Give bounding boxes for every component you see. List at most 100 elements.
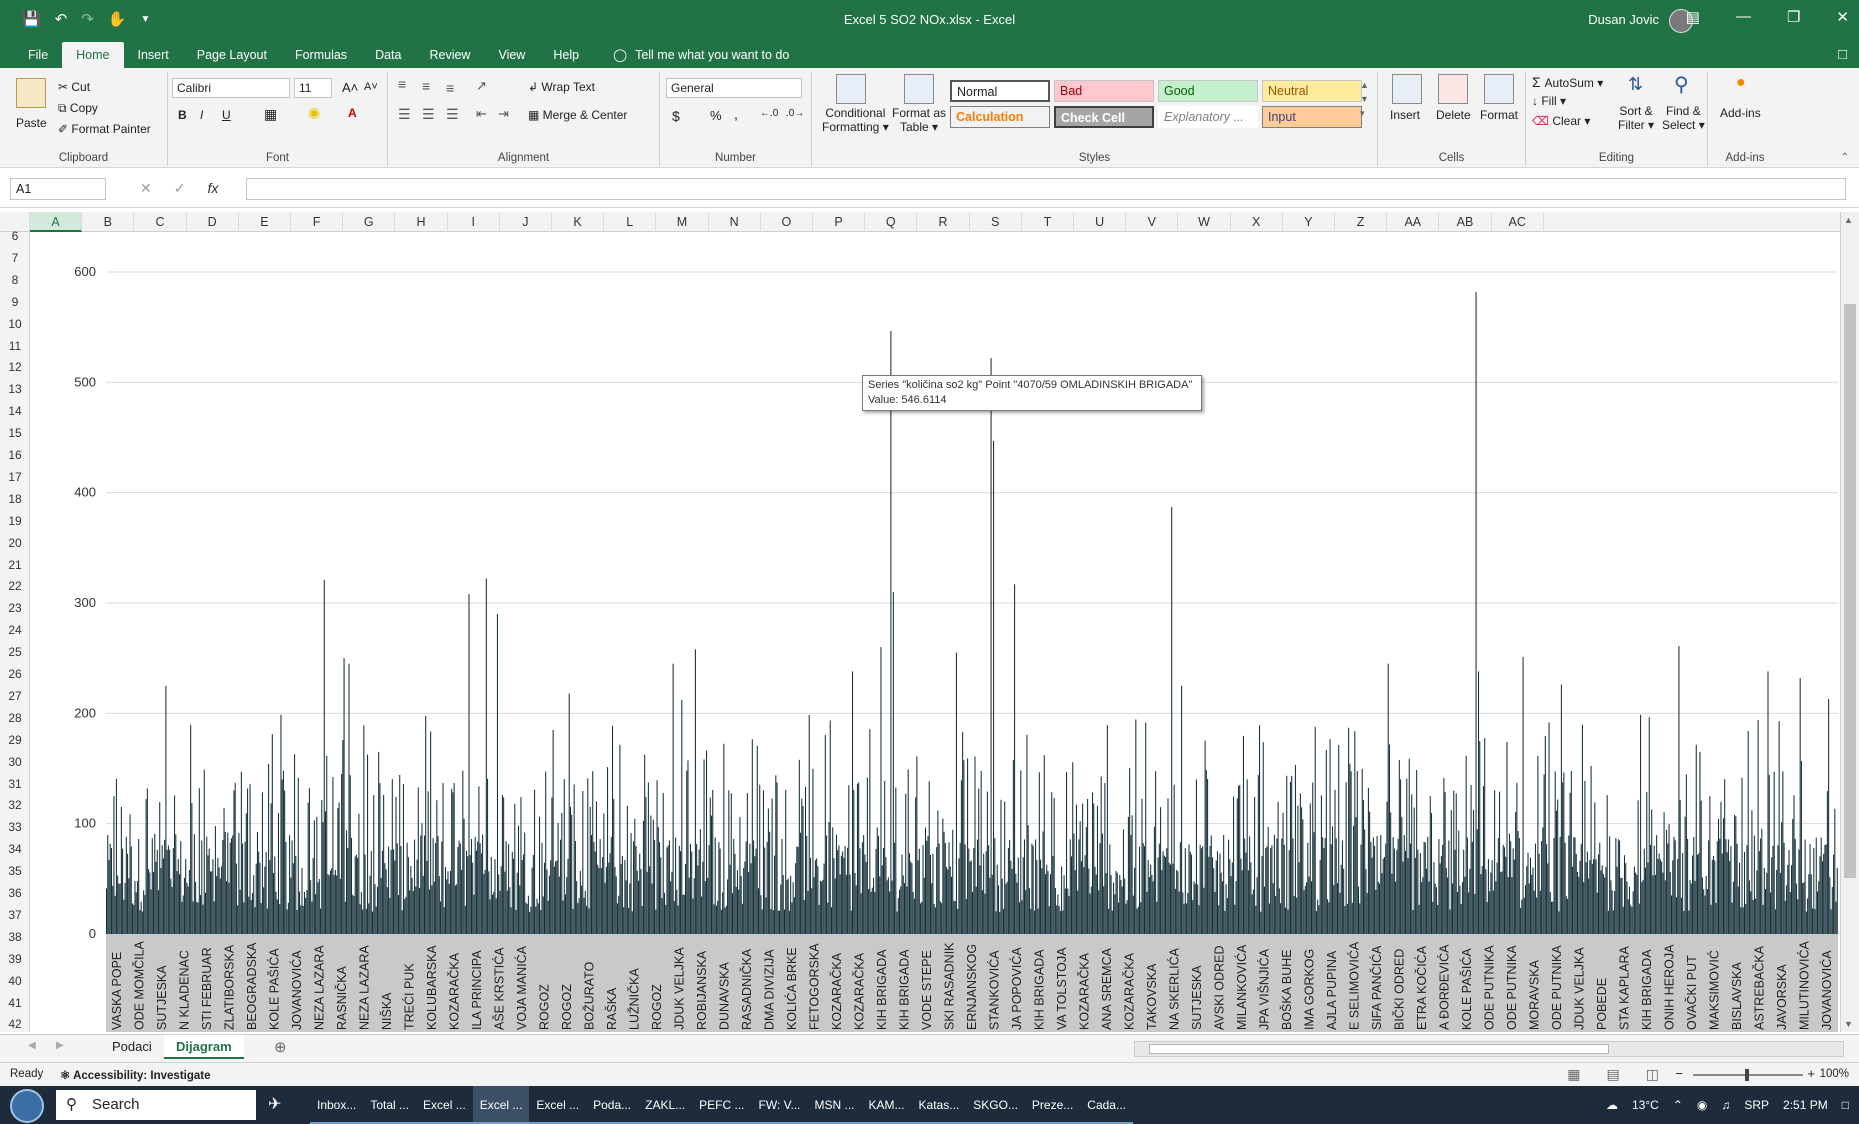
row-header[interactable]: 30	[0, 752, 30, 772]
insert-function-button[interactable]: fx	[207, 180, 218, 197]
increase-font-icon[interactable]: A˄	[342, 80, 358, 95]
conditional-formatting-icon[interactable]	[836, 74, 866, 104]
taskbar-item[interactable]: SKGO...	[966, 1086, 1025, 1124]
row-header[interactable]: 34	[0, 839, 30, 859]
taskbar-item[interactable]: MSN ...	[807, 1086, 862, 1124]
minimize-icon[interactable]: —	[1736, 8, 1751, 26]
row-header[interactable]: 37	[0, 905, 30, 925]
column-header[interactable]: O	[761, 212, 813, 232]
row-header[interactable]: 16	[0, 445, 30, 465]
tell-me-box[interactable]: ◯ Tell me what you want to do	[613, 42, 789, 68]
ribbon-display-icon[interactable]: ▤	[1686, 8, 1700, 26]
row-header[interactable]: 26	[0, 664, 30, 684]
normal-view-icon[interactable]: ▦	[1567, 1066, 1580, 1083]
row-header[interactable]: 8	[0, 270, 30, 290]
top-align-icon[interactable]: ≡	[398, 76, 406, 92]
style-explanatory[interactable]: Explanatory ...	[1158, 106, 1258, 128]
taskbar-search[interactable]: ⚲ Search	[56, 1090, 256, 1120]
number-format-select[interactable]: General	[666, 78, 802, 98]
align-right-icon[interactable]: ☰	[446, 106, 459, 123]
copy-button[interactable]: ⧉ Copy	[58, 101, 98, 116]
borders-icon[interactable]: ▦	[264, 106, 277, 123]
row-header[interactable]: 25	[0, 642, 30, 662]
row-header[interactable]: 38	[0, 927, 30, 947]
network-icon[interactable]: ◉	[1697, 1086, 1707, 1124]
row-header[interactable]: 42	[0, 1014, 30, 1034]
row-header[interactable]: 31	[0, 774, 30, 794]
column-header[interactable]: V	[1126, 212, 1179, 232]
horizontal-scroll-thumb[interactable]	[1149, 1044, 1609, 1054]
temperature[interactable]: 13°C	[1632, 1086, 1659, 1124]
notifications-icon[interactable]: □	[1842, 1086, 1849, 1124]
zoom-level[interactable]: 100%	[1820, 1068, 1849, 1080]
taskbar-item[interactable]: Inbox...	[310, 1086, 364, 1124]
page-layout-view-icon[interactable]: ▤	[1607, 1066, 1620, 1083]
increase-decimal-icon[interactable]: ←.0	[760, 108, 778, 119]
decrease-indent-icon[interactable]: ⇤	[476, 106, 487, 122]
decrease-decimal-icon[interactable]: .0→	[786, 108, 804, 119]
tab-page-layout[interactable]: Page Layout	[183, 42, 281, 68]
close-icon[interactable]: ✕	[1836, 8, 1849, 26]
column-header[interactable]: AA	[1387, 212, 1440, 232]
tab-insert[interactable]: Insert	[124, 42, 183, 68]
weather-icon[interactable]: ☁	[1606, 1086, 1618, 1124]
row-header[interactable]: 22	[0, 576, 30, 596]
taskbar-item[interactable]: Katas...	[911, 1086, 967, 1124]
style-normal[interactable]: Normal	[950, 80, 1050, 102]
cut-button[interactable]: ✂ Cut	[58, 80, 90, 94]
fill-color-icon[interactable]: ◉	[308, 104, 320, 121]
taskbar-item[interactable]: PEFC ...	[692, 1086, 752, 1124]
row-header[interactable]: 13	[0, 379, 30, 399]
paste-button[interactable]: Paste	[16, 116, 47, 130]
column-header[interactable]: I	[448, 212, 500, 232]
vertical-scroll-thumb[interactable]	[1844, 304, 1856, 878]
prev-sheet-icon[interactable]: ◀	[28, 1040, 36, 1051]
column-header[interactable]: A	[30, 212, 83, 232]
horizontal-scrollbar[interactable]	[1134, 1041, 1844, 1057]
taskbar-item[interactable]: Excel ...	[472, 1086, 530, 1124]
sheet-tab-dijagram[interactable]: Dijagram	[164, 1035, 244, 1059]
column-header[interactable]: Q	[865, 212, 918, 232]
row-header[interactable]: 39	[0, 949, 30, 969]
scroll-up-icon[interactable]: ▲	[1844, 215, 1853, 225]
row-header[interactable]: 29	[0, 730, 30, 750]
decrease-font-icon[interactable]: A˅	[364, 81, 378, 93]
row-header[interactable]: 9	[0, 292, 30, 312]
style-neutral[interactable]: Neutral	[1262, 80, 1362, 102]
column-header[interactable]: L	[604, 212, 657, 232]
column-header[interactable]: F	[291, 212, 344, 232]
tab-home[interactable]: Home	[62, 42, 124, 68]
row-header[interactable]: 21	[0, 555, 30, 575]
row-header[interactable]: 28	[0, 708, 30, 728]
increase-indent-icon[interactable]: ⇥	[498, 106, 509, 122]
column-header[interactable]: AC	[1492, 212, 1544, 232]
row-header[interactable]: 23	[0, 598, 30, 618]
row-header[interactable]: 11	[0, 336, 30, 356]
column-header[interactable]: J	[500, 212, 552, 232]
accessibility-status[interactable]: ⚛ Accessibility: Investigate	[60, 1068, 211, 1082]
column-header[interactable]: N	[709, 212, 761, 232]
zoom-out-icon[interactable]: −	[1675, 1066, 1683, 1081]
user-name[interactable]: Dusan Jovic	[1588, 12, 1659, 27]
row-header[interactable]: 27	[0, 686, 30, 706]
taskbar-item[interactable]: Cada...	[1080, 1086, 1133, 1124]
column-header[interactable]: H	[395, 212, 448, 232]
find-select-button[interactable]: Find & Select ▾	[1662, 104, 1705, 132]
insert-cells-icon[interactable]	[1392, 74, 1422, 104]
row-header[interactable]: 20	[0, 533, 30, 553]
row-header[interactable]: 7	[0, 248, 30, 268]
tab-review[interactable]: Review	[415, 42, 484, 68]
chart-area[interactable]: 0 100 200 300 400 500 600 VASKA POPE ODE MOMČILA…	[30, 232, 1840, 1032]
italic-button[interactable]: I	[200, 108, 203, 122]
percent-button[interactable]: %	[710, 108, 722, 123]
row-header[interactable]: 12	[0, 357, 30, 377]
row-header[interactable]: 36	[0, 883, 30, 903]
middle-align-icon[interactable]: ≡	[422, 78, 430, 94]
orientation-icon[interactable]: ↗	[476, 78, 487, 94]
style-calculation[interactable]: Calculation	[950, 106, 1050, 128]
column-header[interactable]: AB	[1439, 212, 1492, 232]
format-cells-button[interactable]: Format	[1480, 108, 1518, 122]
style-good[interactable]: Good	[1158, 80, 1258, 102]
comma-button[interactable]: ,	[734, 106, 738, 122]
column-header[interactable]: B	[82, 212, 135, 232]
